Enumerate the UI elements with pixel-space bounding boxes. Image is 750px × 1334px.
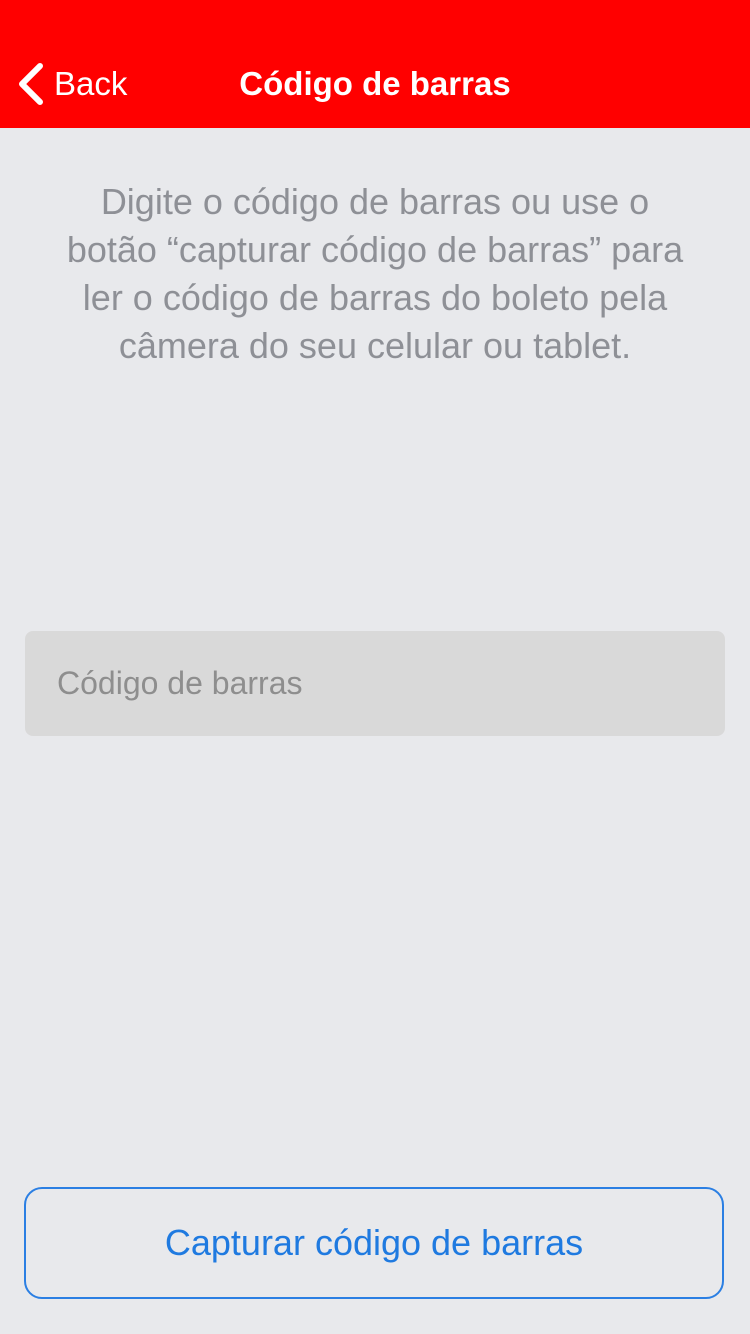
back-button[interactable]: Back: [14, 58, 127, 110]
chevron-left-icon: [14, 62, 46, 106]
instructions-text: Digite o código de barras ou use o botão…: [66, 181, 684, 366]
barcode-screen: Back Código de barras Digite o código de…: [0, 0, 750, 1334]
barcode-input-container: [25, 631, 725, 736]
capture-barcode-button[interactable]: Capturar código de barras: [24, 1187, 724, 1299]
barcode-input[interactable]: [25, 631, 725, 736]
navigation-bar: Back Código de barras: [0, 0, 750, 128]
back-label: Back: [54, 65, 128, 102]
